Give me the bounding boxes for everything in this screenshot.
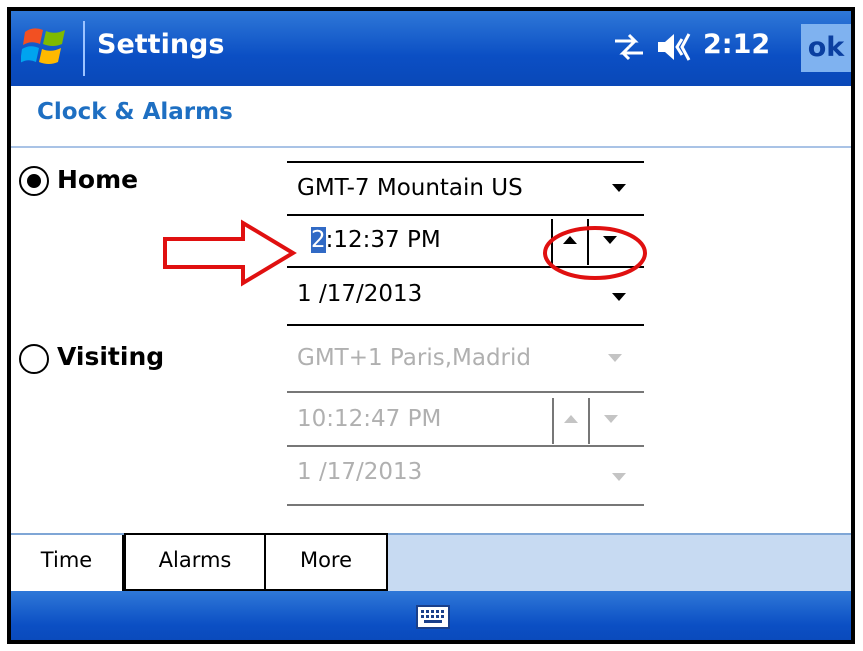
chevron-down-icon[interactable]: [612, 184, 626, 192]
tab-more[interactable]: More: [264, 533, 388, 591]
chevron-down-icon[interactable]: [608, 354, 622, 362]
clock-time[interactable]: 2:12: [703, 29, 770, 60]
menu-bar: [11, 591, 851, 640]
annotation-arrow-icon: [163, 219, 297, 287]
keyboard-icon[interactable]: [416, 605, 450, 629]
home-time-value[interactable]: 2:12:37 PM: [311, 227, 441, 253]
divider: [287, 214, 644, 216]
time-rest: :12:37 PM: [325, 227, 441, 253]
tab-time[interactable]: Time: [11, 535, 124, 593]
divider: [287, 504, 644, 506]
visiting-time-spinner[interactable]: [552, 398, 632, 444]
up-arrow-icon: [564, 415, 578, 423]
title-separator: [83, 21, 85, 76]
time-hour-selected: 2: [311, 227, 326, 253]
home-timezone-select[interactable]: GMT-7 Mountain US: [287, 167, 644, 213]
visiting-date-value: 1 /17/2013: [297, 459, 423, 485]
visiting-time-value: 10:12:47 PM: [297, 406, 442, 432]
tab-bar: Time Alarms More: [11, 533, 851, 593]
title-bar: Settings 2:12 ok: [11, 11, 851, 86]
volume-icon[interactable]: [656, 29, 696, 65]
divider: [287, 445, 644, 447]
windows-logo-icon[interactable]: [21, 24, 73, 70]
chevron-down-icon[interactable]: [612, 293, 626, 301]
visiting-radio[interactable]: [19, 344, 49, 374]
divider: [287, 161, 644, 163]
home-timezone-value: GMT-7 Mountain US: [297, 175, 523, 201]
visiting-timezone-value: GMT+1 Paris,Madrid: [297, 345, 531, 371]
divider: [287, 324, 644, 326]
spin-up-button[interactable]: [552, 398, 590, 444]
visiting-date-select[interactable]: 1 /17/2013: [287, 451, 644, 497]
annotation-circle-icon: [543, 226, 647, 280]
page-title: Clock & Alarms: [37, 99, 233, 125]
spin-down-icon[interactable]: [604, 415, 618, 423]
home-date-value: 1 /17/2013: [297, 281, 423, 307]
visiting-timezone-select[interactable]: GMT+1 Paris,Madrid: [287, 337, 644, 383]
device-screen: Settings 2:12 ok Clock & Alarms Home GMT…: [7, 7, 855, 644]
home-label[interactable]: Home: [57, 165, 138, 194]
window-title: Settings: [97, 29, 225, 60]
ok-button[interactable]: ok: [801, 24, 851, 72]
visiting-label[interactable]: Visiting: [57, 342, 164, 371]
chevron-down-icon[interactable]: [612, 473, 626, 481]
section-divider: [11, 146, 851, 148]
tab-alarms[interactable]: Alarms: [124, 533, 266, 591]
connectivity-icon[interactable]: [611, 31, 647, 63]
divider: [287, 391, 644, 393]
home-radio[interactable]: [19, 166, 49, 196]
